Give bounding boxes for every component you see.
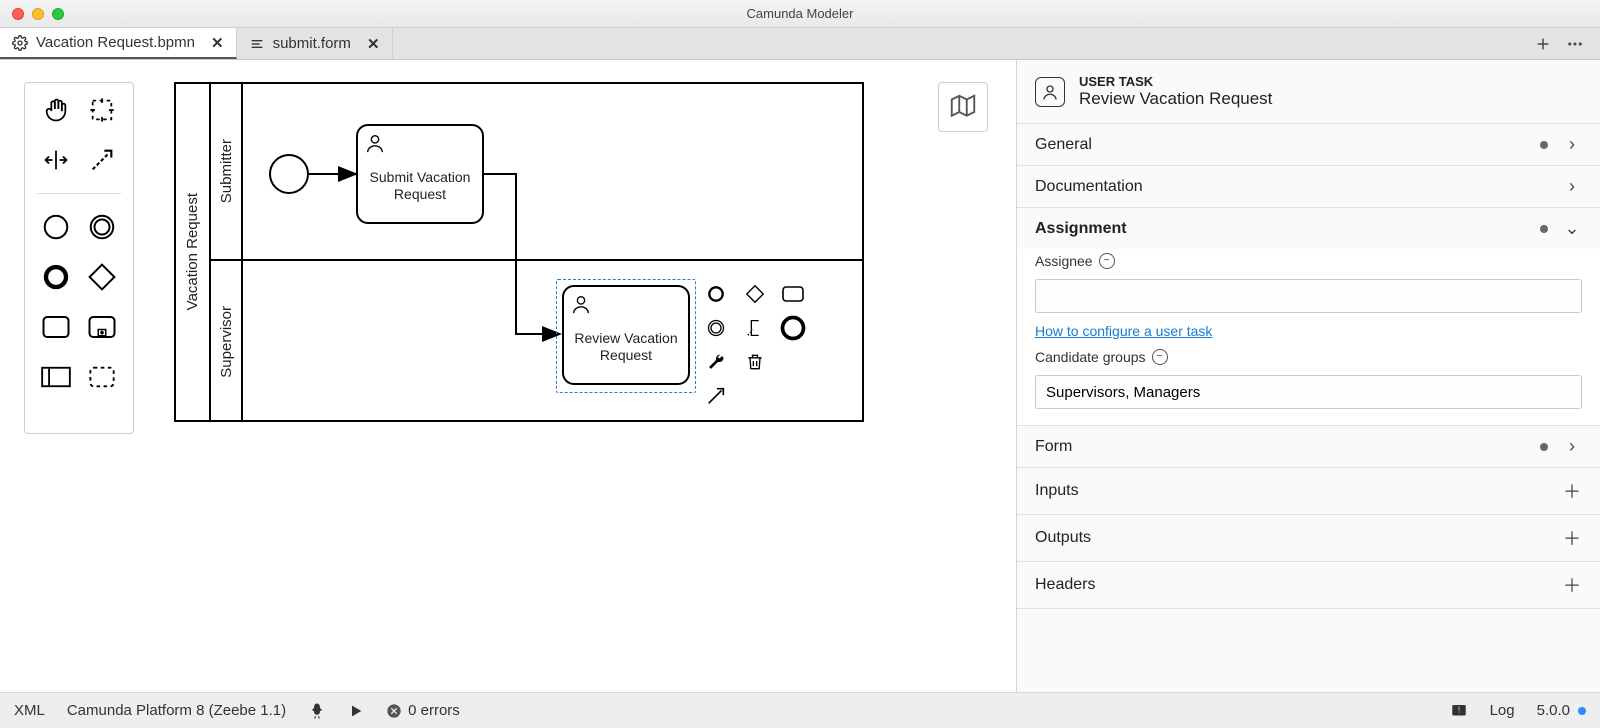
minimap-toggle[interactable]: [938, 82, 988, 132]
window-minimize-button[interactable]: [32, 8, 44, 20]
new-tab-button[interactable]: [1534, 35, 1552, 53]
candidate-groups-input[interactable]: [1035, 375, 1582, 409]
version-label[interactable]: 5.0.0: [1537, 702, 1586, 719]
plus-icon[interactable]: ＋: [1562, 525, 1582, 551]
chevron-right-icon: ›: [1562, 176, 1582, 197]
configure-user-task-link[interactable]: How to configure a user task: [1035, 323, 1582, 339]
append-gateway[interactable]: [741, 280, 769, 308]
wrench-icon[interactable]: [702, 348, 730, 376]
section-assignment: Assignment⌄ Assignee− How to configure a…: [1017, 208, 1600, 426]
form-icon: [249, 36, 265, 52]
section-documentation[interactable]: Documentation›: [1017, 166, 1600, 208]
task-label: Submit Vacation Request: [364, 156, 476, 216]
element-name: Review Vacation Request: [1079, 89, 1272, 109]
delete-icon[interactable]: [741, 348, 769, 376]
chevron-right-icon: ›: [1562, 436, 1582, 457]
connect-icon[interactable]: [702, 382, 730, 410]
end-event-tool[interactable]: [39, 260, 73, 294]
context-pad: [702, 280, 812, 390]
canvas[interactable]: Vacation Request Submitter Supervisor Su…: [0, 60, 1016, 692]
task-tool[interactable]: [39, 310, 73, 344]
plus-icon[interactable]: ＋: [1562, 572, 1582, 598]
append-end-event[interactable]: [702, 280, 730, 308]
properties-panel: USER TASK Review Vacation Request Genera…: [1016, 60, 1600, 692]
connect-tool[interactable]: [85, 143, 119, 177]
section-indicator-dot: [1540, 443, 1548, 451]
deploy-button[interactable]: [308, 702, 326, 720]
start-instance-button[interactable]: [348, 703, 364, 719]
window-title: Camunda Modeler: [747, 6, 854, 21]
section-inputs[interactable]: Inputs＋: [1017, 468, 1600, 515]
window-controls: [12, 8, 64, 20]
section-form[interactable]: Form›: [1017, 426, 1600, 468]
svg-text:!: !: [1457, 705, 1459, 714]
append-annotation[interactable]: [741, 314, 769, 342]
task-submit-vacation-request[interactable]: Submit Vacation Request: [356, 124, 484, 224]
section-outputs[interactable]: Outputs＋: [1017, 515, 1600, 562]
task-review-vacation-request[interactable]: Review Vacation Request: [562, 285, 690, 385]
element-palette: [24, 82, 134, 434]
status-bar: XML Camunda Platform 8 (Zeebe 1.1) 0 err…: [0, 692, 1600, 728]
change-type[interactable]: [779, 314, 807, 342]
group-tool[interactable]: [85, 360, 119, 394]
user-task-icon: [364, 132, 386, 154]
user-task-type-icon: [1035, 77, 1065, 107]
tab-close-button[interactable]: ✕: [211, 34, 224, 52]
task-label: Review Vacation Request: [570, 317, 682, 377]
gateway-tool[interactable]: [85, 260, 119, 294]
pool-tool[interactable]: [39, 360, 73, 394]
append-intermediate-event[interactable]: [702, 314, 730, 342]
bpmn-diagram[interactable]: Vacation Request Submitter Supervisor Su…: [174, 82, 864, 422]
section-indicator-dot: [1540, 141, 1548, 149]
tab-bar: Vacation Request.bpmn ✕ submit.form ✕: [0, 28, 1600, 60]
user-task-icon: [570, 293, 592, 315]
section-headers[interactable]: Headers＋: [1017, 562, 1600, 609]
log-button[interactable]: Log: [1490, 702, 1515, 719]
chevron-right-icon: ›: [1562, 134, 1582, 155]
platform-label[interactable]: Camunda Platform 8 (Zeebe 1.1): [67, 702, 286, 719]
start-event-tool[interactable]: [39, 210, 73, 244]
chevron-down-icon: ⌄: [1562, 218, 1582, 239]
errors-indicator[interactable]: 0 errors: [386, 702, 460, 719]
more-menu-button[interactable]: [1566, 35, 1584, 53]
feedback-button[interactable]: !: [1450, 702, 1468, 720]
subprocess-tool[interactable]: [85, 310, 119, 344]
assignee-label: Assignee−: [1035, 253, 1582, 269]
window-titlebar: Camunda Modeler: [0, 0, 1600, 28]
section-indicator-dot: [1540, 225, 1548, 233]
assignee-input[interactable]: [1035, 279, 1582, 313]
append-task[interactable]: [779, 280, 807, 308]
window-maximize-button[interactable]: [52, 8, 64, 20]
tab-label: submit.form: [273, 35, 351, 52]
gear-icon: [12, 35, 28, 51]
section-general[interactable]: General›: [1017, 124, 1600, 166]
section-assignment-header[interactable]: Assignment⌄: [1017, 208, 1600, 249]
plus-icon[interactable]: ＋: [1562, 478, 1582, 504]
toggle-xml-button[interactable]: XML: [14, 702, 45, 719]
space-tool[interactable]: [39, 143, 73, 177]
tab-submit-form[interactable]: submit.form ✕: [237, 28, 393, 59]
tab-close-button[interactable]: ✕: [367, 35, 380, 53]
window-close-button[interactable]: [12, 8, 24, 20]
candidate-groups-label: Candidate groups−: [1035, 349, 1582, 365]
remove-icon[interactable]: −: [1152, 349, 1168, 365]
remove-icon[interactable]: −: [1099, 253, 1115, 269]
tab-label: Vacation Request.bpmn: [36, 34, 195, 51]
tab-vacation-request[interactable]: Vacation Request.bpmn ✕: [0, 28, 237, 59]
element-type-label: USER TASK: [1079, 74, 1272, 89]
intermediate-event-tool[interactable]: [85, 210, 119, 244]
hand-tool[interactable]: [39, 93, 73, 127]
properties-header: USER TASK Review Vacation Request: [1017, 60, 1600, 124]
update-available-badge: [1578, 707, 1586, 715]
lasso-tool[interactable]: [85, 93, 119, 127]
